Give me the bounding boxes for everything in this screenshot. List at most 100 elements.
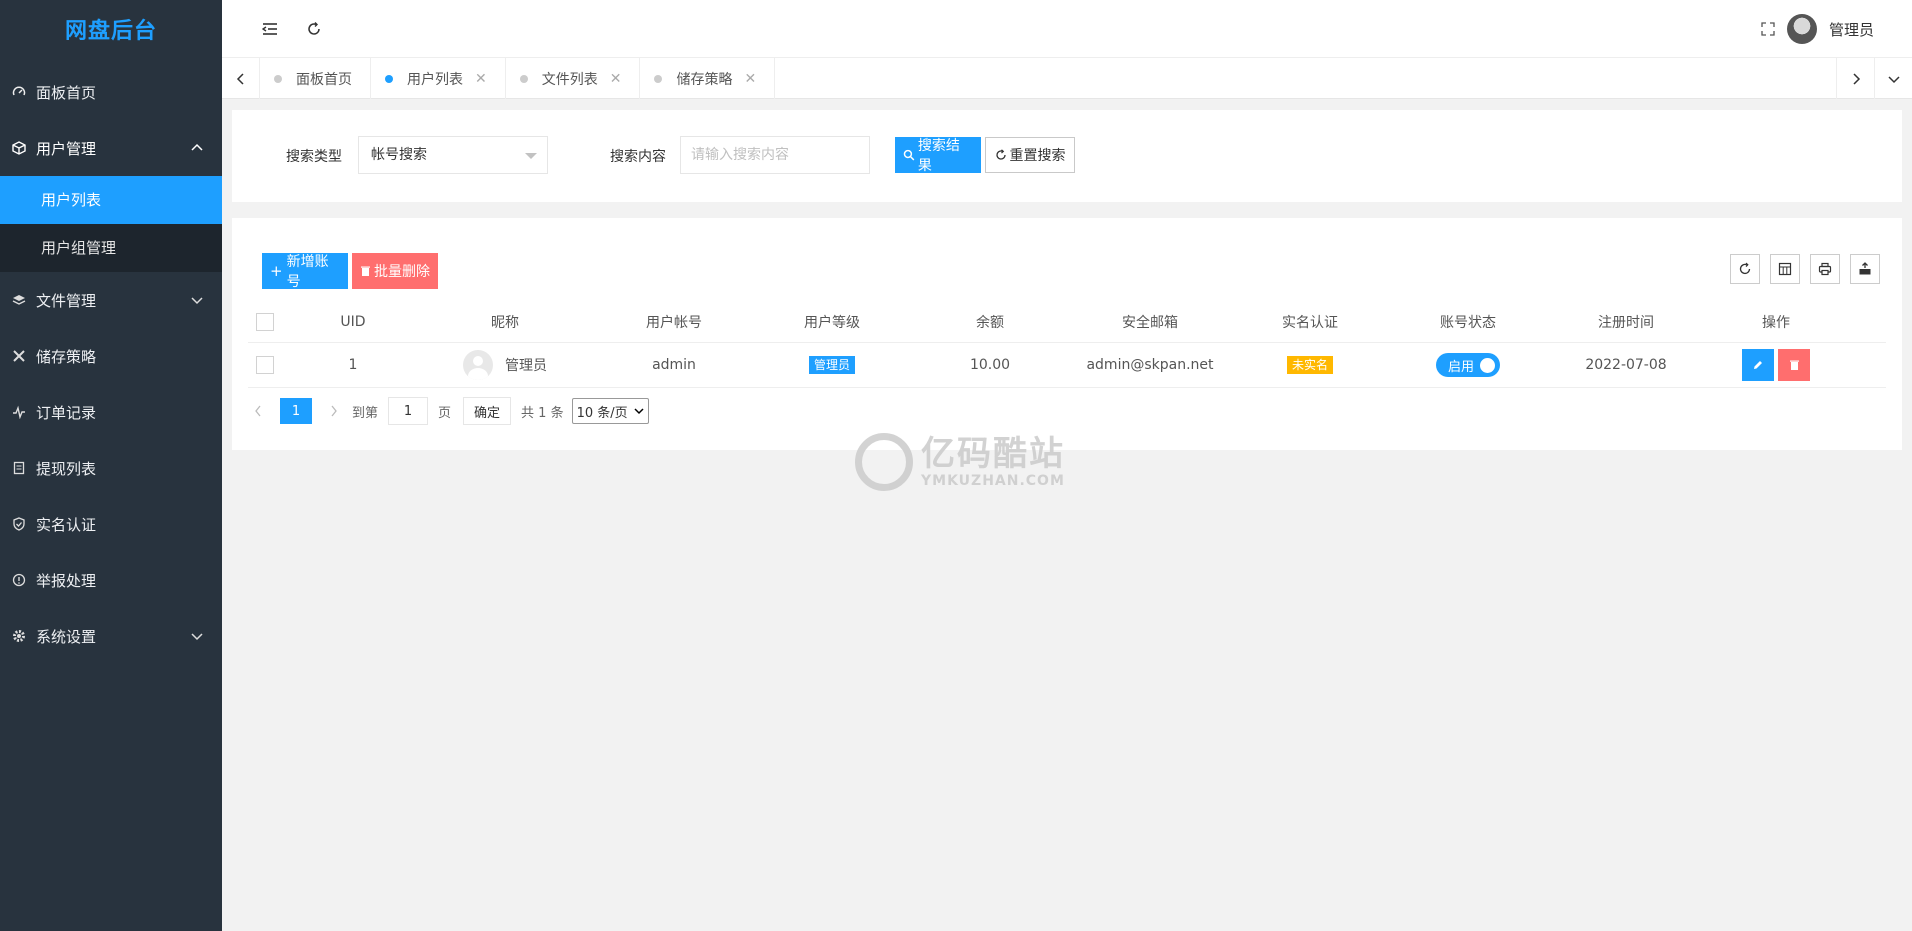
tab-dot (385, 74, 393, 83)
reset-button[interactable]: 重置搜索 (985, 137, 1075, 173)
delete-button[interactable] (1778, 349, 1810, 381)
user-menu[interactable]: 管理员 (1786, 12, 1874, 46)
sidebar-item-storage-policy[interactable]: 储存策略 (0, 328, 222, 384)
header-reg-time[interactable]: 注册时间 (1538, 312, 1714, 332)
chevron-down-icon (190, 293, 204, 307)
sidebar-item-label: 储存策略 (36, 347, 97, 366)
sidebar-item-user-groups[interactable]: 用户组管理 (0, 224, 222, 272)
search-type-select[interactable]: 帐号搜索 (358, 136, 548, 174)
tab-dashboard[interactable]: 面板首页 (260, 58, 371, 99)
header-status[interactable]: 账号状态 (1398, 312, 1538, 332)
sidebar: 网盘后台 面板首页 用户管理 用户列表 用户组管理 文件管理 储存策略 订单记录… (0, 0, 222, 931)
watermark-cn: 亿码酷站 (921, 434, 1065, 474)
close-icon[interactable]: ✕ (475, 71, 487, 87)
dashboard-icon (12, 85, 26, 99)
sidebar-item-withdrawals[interactable]: 提现列表 (0, 440, 222, 496)
per-page-select[interactable]: 10 条/页 (571, 398, 649, 424)
tab-dot (654, 74, 663, 83)
cell-actions (1714, 349, 1838, 381)
menu-toggle-button[interactable] (256, 15, 284, 43)
search-icon (903, 149, 915, 161)
prev-page-icon[interactable] (248, 405, 268, 417)
document-icon (12, 461, 26, 475)
user-table-panel: + 新增账号 批量删除 UID 昵称 用户帐号 用户等级 余额 安全邮箱 实名认… (232, 218, 1902, 450)
sidebar-item-settings[interactable]: 系统设置 (0, 608, 222, 664)
shield-check-icon (12, 517, 26, 531)
sidebar-item-label: 实名认证 (36, 515, 97, 534)
header-nickname[interactable]: 昵称 (424, 312, 586, 332)
toggle-knob (1480, 358, 1495, 373)
search-content-label: 搜索内容 (610, 149, 666, 165)
table-print-button[interactable] (1810, 254, 1840, 284)
header-level[interactable]: 用户等级 (762, 312, 902, 332)
tab-label: 面板首页 (296, 71, 352, 88)
header-balance[interactable]: 余额 (902, 312, 1078, 332)
user-name: 管理员 (1828, 20, 1874, 39)
next-page-icon[interactable] (324, 405, 344, 417)
close-icon[interactable]: ✕ (744, 71, 756, 87)
refresh-icon (308, 22, 320, 35)
table-columns-button[interactable] (1770, 254, 1800, 284)
table-export-button[interactable] (1850, 254, 1880, 284)
current-page[interactable]: 1 (280, 398, 312, 424)
sidebar-item-label: 面板首页 (36, 83, 97, 102)
header-select-cell (248, 312, 282, 331)
page-tabs: 面板首页 用户列表 ✕ 文件列表 ✕ 储存策略 ✕ (222, 58, 1912, 99)
header-actions: 操作 (1762, 314, 1790, 331)
search-input[interactable] (680, 136, 870, 174)
nickname-text: 管理员 (505, 358, 547, 374)
layers-icon (12, 293, 26, 307)
sidebar-item-orders[interactable]: 订单记录 (0, 384, 222, 440)
watermark-logo-icon (855, 433, 913, 491)
close-icon[interactable]: ✕ (610, 71, 622, 87)
add-account-button[interactable]: + 新增账号 (262, 253, 348, 290)
status-toggle[interactable]: 启用 (1436, 353, 1500, 377)
columns-icon (1778, 262, 1792, 276)
sidebar-item-reports[interactable]: 举报处理 (0, 552, 222, 608)
sidebar-item-user-management[interactable]: 用户管理 (0, 120, 222, 176)
gear-icon (12, 629, 26, 643)
sidebar-item-realname[interactable]: 实名认证 (0, 496, 222, 552)
cell-level: 管理员 (762, 356, 902, 374)
pagination: 1 到第 1 页 确定 共 1 条 10 条/页 (248, 397, 649, 425)
refresh-button[interactable] (300, 15, 328, 43)
goto-confirm-button[interactable]: 确定 (463, 397, 512, 425)
trash-icon (361, 266, 370, 276)
tab-user-list[interactable]: 用户列表 ✕ (371, 58, 506, 99)
reset-button-label: 重置搜索 (1009, 148, 1066, 164)
tab-label: 文件列表 (541, 71, 598, 88)
sidebar-item-dashboard[interactable]: 面板首页 (0, 64, 222, 120)
tabs-dropdown[interactable] (1874, 58, 1912, 99)
app-logo[interactable]: 网盘后台 (0, 0, 222, 64)
search-button[interactable]: 搜索结果 (895, 137, 981, 174)
sidebar-item-user-list[interactable]: 用户列表 (0, 176, 222, 224)
header-realname[interactable]: 实名认证 (1222, 312, 1398, 332)
status-toggle-label: 启用 (1448, 359, 1475, 375)
goto-page-input[interactable]: 1 (388, 397, 429, 425)
header-account[interactable]: 用户帐号 (586, 312, 762, 332)
header-uid[interactable]: UID (282, 314, 424, 330)
user-avatar-icon (463, 350, 493, 380)
cell-account: admin (652, 357, 696, 373)
header-email[interactable]: 安全邮箱 (1078, 312, 1222, 332)
edit-button[interactable] (1742, 349, 1774, 381)
fullscreen-button[interactable] (1754, 15, 1782, 43)
sidebar-item-file-management[interactable]: 文件管理 (0, 272, 222, 328)
info-circle-icon (12, 573, 26, 587)
tab-file-list[interactable]: 文件列表 ✕ (506, 58, 641, 99)
submenu-user-management: 用户列表 用户组管理 (0, 176, 222, 272)
tab-storage-policy[interactable]: 储存策略 ✕ (640, 58, 776, 99)
row-checkbox[interactable] (256, 356, 274, 374)
select-all-checkbox[interactable] (256, 312, 274, 331)
batch-delete-button[interactable]: 批量删除 (352, 253, 438, 289)
table-refresh-button[interactable] (1730, 254, 1760, 284)
sidebar-item-label: 举报处理 (36, 571, 97, 590)
tabs-scroll-right[interactable] (1836, 58, 1874, 99)
tab-label: 储存策略 (676, 71, 733, 88)
top-header: 管理员 (222, 0, 1912, 58)
table-header: UID 昵称 用户帐号 用户等级 余额 安全邮箱 实名认证 账号状态 注册时间 … (248, 301, 1886, 343)
tabs-scroll-left[interactable] (222, 58, 260, 99)
table-row: 1 管理员 admin 管理员 10.00 admin@skpan.net 未实… (248, 343, 1886, 388)
refresh-icon (1739, 262, 1751, 275)
sidebar-item-label: 提现列表 (36, 459, 97, 478)
